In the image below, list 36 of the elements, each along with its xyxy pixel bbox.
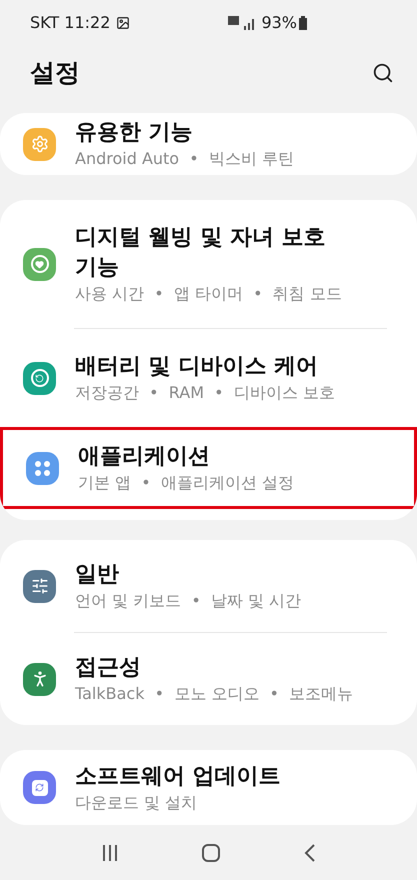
heart-icon: [23, 248, 56, 280]
item-title: 애플리케이션: [78, 443, 211, 471]
item-title: 유용한 기능: [75, 119, 194, 147]
recent-apps-icon[interactable]: [101, 844, 120, 862]
home-icon[interactable]: [201, 842, 222, 862]
sliders-icon: [23, 570, 56, 602]
accessibility-icon: [23, 662, 56, 696]
item-subtitle: TalkBack • 모노 오디오 • 보조메뉴: [75, 683, 354, 705]
item-title: 소프트웨어 업데이트: [75, 762, 282, 790]
item-subtitle: Android Auto • 빅스비 루틴: [75, 148, 295, 170]
item-title: 접근성: [75, 654, 142, 682]
battery-percent: 93%: [261, 12, 297, 34]
image-notification-icon: [116, 16, 130, 30]
settings-item[interactable]: 디지털 웰빙 및 자녀 보호 기능 사용 시간 • 앱 타이머 • 취침 모드: [0, 211, 417, 317]
item-title: 배터리 및 디바이스 케어: [75, 353, 319, 381]
settings-item[interactable]: 배터리 및 디바이스 케어 저장공간 • RAM • 디바이스 보호: [0, 340, 417, 416]
item-subtitle: 저장공간 • RAM • 디바이스 보호: [75, 382, 336, 404]
gear-icon: [23, 128, 56, 160]
settings-item[interactable]: 일반 언어 및 키보드 • 날짜 및 시간: [0, 548, 417, 624]
item-subtitle: 다운로드 및 설치: [75, 792, 198, 814]
settings-item[interactable]: 접근성 TalkBack • 모노 오디오 • 보조메뉴: [0, 641, 417, 717]
page-title: 설정: [30, 56, 80, 89]
battery-icon: [299, 16, 307, 30]
status-time: SKT 11:22: [30, 12, 110, 34]
refresh-icon: [23, 362, 56, 394]
item-subtitle: 기본 앱 • 애플리케이션 설정: [78, 472, 295, 494]
settings-item[interactable]: 소프트웨어 업데이트 다운로드 및 설치: [0, 758, 417, 818]
item-subtitle: 사용 시간 • 앱 타이머 • 취침 모드: [75, 283, 343, 305]
item-title: 일반: [75, 561, 120, 589]
settings-item[interactable]: 애플리케이션 기본 앱 • 애플리케이션 설정: [0, 427, 417, 509]
update-icon: [23, 771, 56, 804]
back-icon[interactable]: [304, 844, 316, 862]
item-title: 디지털 웰빙 및 자녀 보호 기능: [75, 224, 327, 282]
item-subtitle: 언어 및 키보드 • 날짜 및 시간: [75, 590, 302, 612]
apps-icon: [26, 452, 59, 484]
settings-item[interactable]: 유용한 기능 Android Auto • 빅스비 루틴: [0, 114, 417, 174]
